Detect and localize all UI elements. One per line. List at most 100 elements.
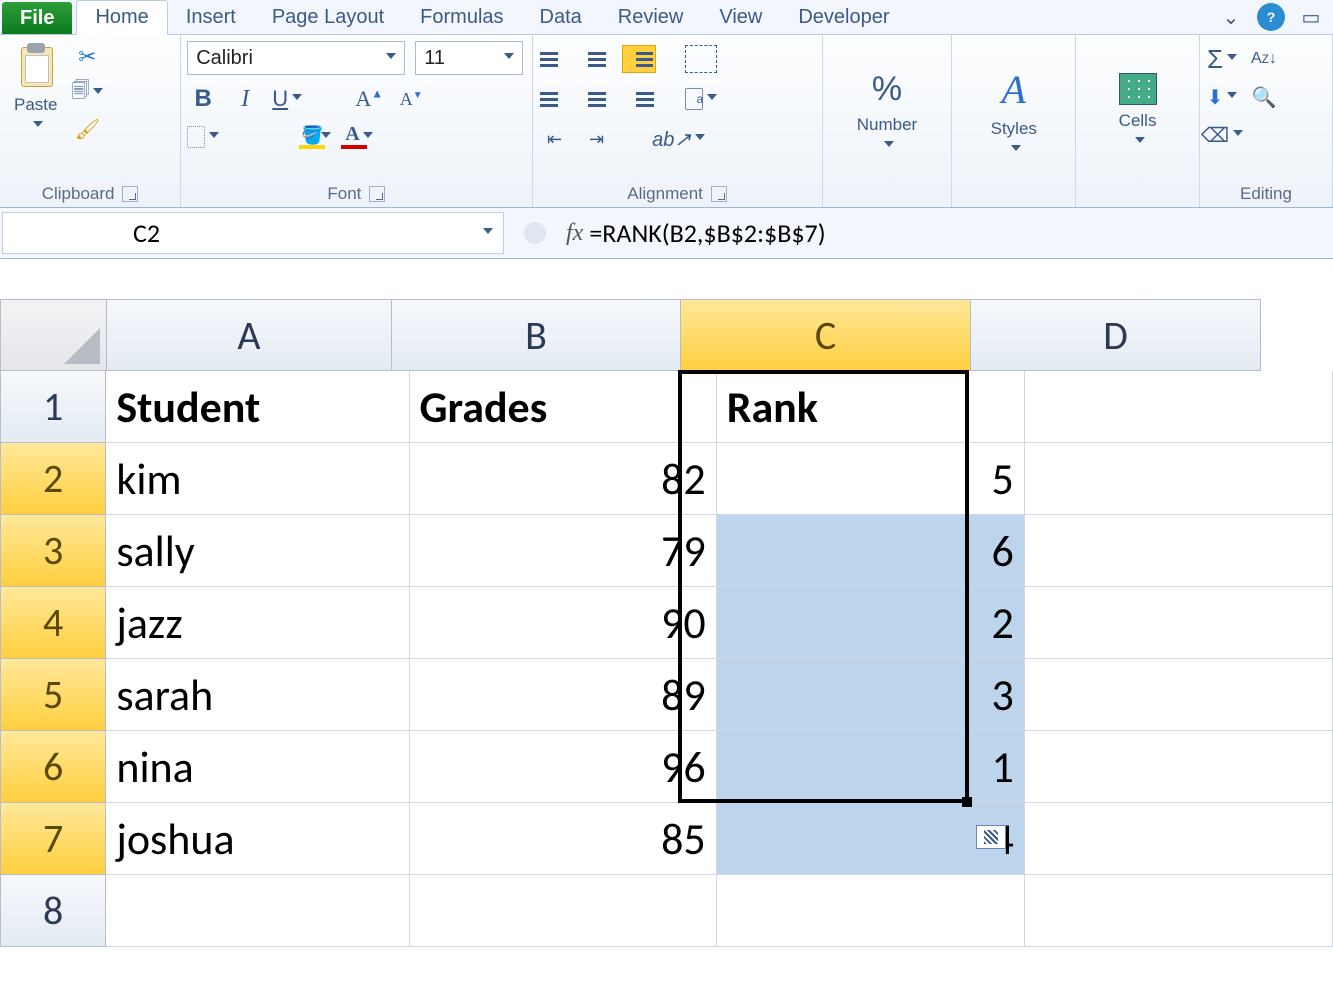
cell-b1[interactable]: Grades xyxy=(410,371,717,443)
window-minimize-icon[interactable]: ▭ xyxy=(1299,5,1323,29)
fill-handle[interactable] xyxy=(962,797,972,807)
clipboard-dialog-launcher[interactable] xyxy=(122,186,138,202)
grow-font-button[interactable]: A▲ xyxy=(353,85,385,113)
row-header-6[interactable]: 6 xyxy=(0,731,106,803)
cell-c8[interactable] xyxy=(717,875,1025,947)
cell-a1[interactable]: Student xyxy=(106,371,409,443)
autofill-options-button[interactable] xyxy=(976,825,1006,849)
cell-a7[interactable]: joshua xyxy=(106,803,409,875)
font-name-combo[interactable]: Calibri xyxy=(187,41,405,75)
bold-button[interactable]: B xyxy=(187,85,219,113)
underline-button[interactable]: U xyxy=(271,85,303,113)
fill-color-button[interactable]: 🪣 xyxy=(299,123,331,151)
alignment-dialog-launcher[interactable] xyxy=(711,186,727,202)
increase-indent-button[interactable]: ⇥ xyxy=(581,125,613,153)
tab-home[interactable]: Home xyxy=(76,0,167,35)
sigma-icon: Σ xyxy=(1207,44,1223,75)
cell-c5[interactable]: 3 xyxy=(717,659,1025,731)
shrink-font-button[interactable]: A▼ xyxy=(395,85,427,113)
row-header-2[interactable]: 2 xyxy=(0,443,106,515)
select-all-corner[interactable] xyxy=(0,299,107,371)
cell-a8[interactable] xyxy=(106,875,409,947)
paste-button[interactable]: Paste xyxy=(6,39,65,135)
align-left-button[interactable] xyxy=(539,85,571,113)
cell-b4[interactable]: 90 xyxy=(410,587,717,659)
name-box[interactable]: C2 xyxy=(2,212,504,254)
column-header-a[interactable]: A xyxy=(107,299,392,371)
format-painter-button[interactable]: 🖌 xyxy=(71,115,103,143)
cut-button[interactable]: ✂ xyxy=(71,43,103,71)
cells-button[interactable]: Cells xyxy=(1111,69,1165,151)
cell-b3[interactable]: 79 xyxy=(410,515,717,587)
row-header-1[interactable]: 1 xyxy=(0,371,106,443)
copy-button[interactable]: 🗐 xyxy=(71,79,103,107)
cell-a6[interactable]: nina xyxy=(106,731,409,803)
tab-insert[interactable]: Insert xyxy=(168,0,254,34)
cell-b6[interactable]: 96 xyxy=(410,731,717,803)
tab-page-layout[interactable]: Page Layout xyxy=(254,0,402,34)
cell-b5[interactable]: 89 xyxy=(410,659,717,731)
cell-d8[interactable] xyxy=(1025,875,1333,947)
cell-a4[interactable]: jazz xyxy=(106,587,409,659)
tab-view[interactable]: View xyxy=(701,0,780,34)
help-icon[interactable]: ? xyxy=(1257,3,1285,31)
cell-a5[interactable]: sarah xyxy=(106,659,409,731)
cell-d2[interactable] xyxy=(1025,443,1333,515)
fill-button[interactable]: ⬇ xyxy=(1206,83,1238,111)
cell-c1[interactable]: Rank xyxy=(717,371,1025,443)
column-header-c[interactable]: C xyxy=(681,299,971,371)
align-center-button[interactable] xyxy=(581,85,613,113)
cell-a2[interactable]: kim xyxy=(106,443,409,515)
cell-d6[interactable] xyxy=(1025,731,1333,803)
row-header-7[interactable]: 7 xyxy=(0,803,106,875)
fx-label[interactable]: fx xyxy=(566,220,583,247)
italic-button[interactable]: I xyxy=(229,85,261,113)
insert-function-icon[interactable] xyxy=(524,222,546,244)
font-dialog-launcher[interactable] xyxy=(369,186,385,202)
worksheet-grid[interactable]: A B C D 1 Student Grades Rank 2 kim 82 5… xyxy=(0,299,1333,947)
cell-b8[interactable] xyxy=(410,875,717,947)
cell-d5[interactable] xyxy=(1025,659,1333,731)
tab-review[interactable]: Review xyxy=(600,0,702,34)
tab-data[interactable]: Data xyxy=(522,0,600,34)
merge-center-button[interactable]: a xyxy=(685,85,717,113)
cell-d7[interactable] xyxy=(1025,803,1333,875)
number-format-button[interactable]: % Number xyxy=(849,66,925,155)
cell-c4[interactable]: 2 xyxy=(717,587,1025,659)
font-color-button[interactable]: A xyxy=(341,123,373,151)
row-header-8[interactable]: 8 xyxy=(0,875,106,947)
row-header-4[interactable]: 4 xyxy=(0,587,106,659)
wrap-text-button[interactable] xyxy=(685,45,717,73)
cell-b2[interactable]: 82 xyxy=(410,443,717,515)
cell-a3[interactable]: sally xyxy=(106,515,409,587)
autosum-button[interactable]: Σ xyxy=(1206,45,1238,73)
align-right-button[interactable] xyxy=(623,85,655,113)
cell-c2[interactable]: 5 xyxy=(717,443,1025,515)
cell-b7[interactable]: 85 xyxy=(410,803,717,875)
cell-d4[interactable] xyxy=(1025,587,1333,659)
tab-formulas[interactable]: Formulas xyxy=(402,0,521,34)
tab-file[interactable]: File xyxy=(2,2,72,34)
cell-c3[interactable]: 6 xyxy=(717,515,1025,587)
font-size-combo[interactable]: 11 xyxy=(415,41,523,75)
decrease-indent-button[interactable]: ⇤ xyxy=(539,125,571,153)
row-header-3[interactable]: 3 xyxy=(0,515,106,587)
styles-button[interactable]: A Styles xyxy=(983,62,1045,159)
orientation-button[interactable]: ab↗ xyxy=(663,125,695,153)
cell-d3[interactable] xyxy=(1025,515,1333,587)
formula-input[interactable]: =RANK(B2,$B$2:$B$7) xyxy=(583,217,1333,249)
column-header-b[interactable]: B xyxy=(392,299,681,371)
cell-c6[interactable]: 1 xyxy=(717,731,1025,803)
align-bottom-button[interactable] xyxy=(623,45,655,73)
find-button[interactable]: 🔍 xyxy=(1248,83,1280,111)
tab-developer[interactable]: Developer xyxy=(780,0,907,34)
borders-button[interactable] xyxy=(187,123,219,151)
column-header-d[interactable]: D xyxy=(971,299,1261,371)
minimize-ribbon-icon[interactable]: ⌄ xyxy=(1219,5,1243,29)
align-top-button[interactable] xyxy=(539,45,571,73)
row-header-5[interactable]: 5 xyxy=(0,659,106,731)
sort-filter-button[interactable]: AZ↓ xyxy=(1248,45,1280,73)
align-middle-button[interactable] xyxy=(581,45,613,73)
cell-d1[interactable] xyxy=(1025,371,1333,443)
clear-button[interactable]: ⌫ xyxy=(1206,121,1238,149)
